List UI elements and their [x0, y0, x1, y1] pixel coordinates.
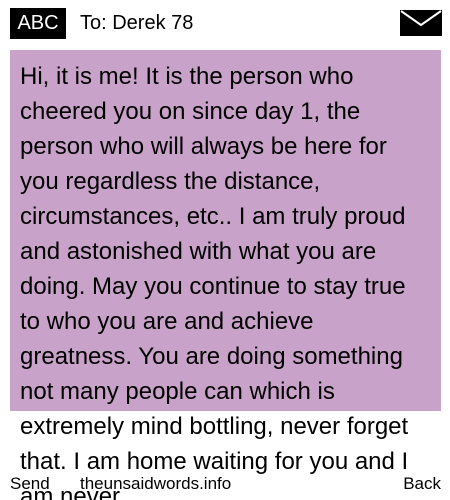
site-caption: theunsaidwords.info: [80, 474, 232, 493]
back-softkey[interactable]: Back: [403, 471, 441, 497]
send-softkey[interactable]: Send: [10, 471, 50, 497]
message-text: Hi, it is me! It is the person who cheer…: [20, 63, 409, 500]
input-mode-indicator[interactable]: ABC: [10, 8, 66, 39]
message-body[interactable]: Hi, it is me! It is the person who cheer…: [10, 50, 441, 500]
envelope-icon: [400, 10, 442, 36]
recipient-label[interactable]: To: Derek 78: [80, 10, 193, 36]
compose-header: ABC To: Derek 78: [0, 0, 450, 46]
softkey-bar: Send theunsaidwords.info Back: [0, 471, 450, 500]
